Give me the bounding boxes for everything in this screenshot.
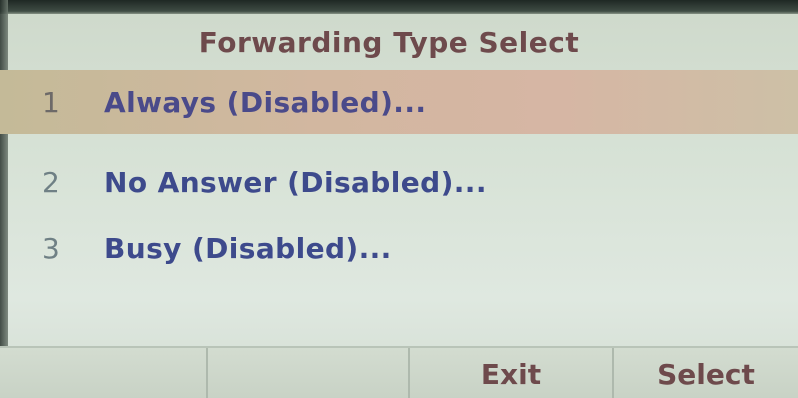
title-bar: Forwarding Type Select [0, 14, 798, 70]
menu-item-label: No Answer (Disabled)... [104, 165, 487, 199]
menu-item-number: 2 [42, 165, 60, 199]
menu-item-number: 3 [42, 231, 60, 265]
softkey-1[interactable] [0, 348, 208, 398]
page-title: Forwarding Type Select [198, 25, 580, 59]
menu-item-busy[interactable]: 3 Busy (Disabled)... [0, 216, 798, 280]
menu-item-always[interactable]: 1 Always (Disabled)... [0, 70, 798, 134]
menu-item-number: 1 [42, 85, 60, 119]
softkey-2[interactable] [208, 348, 410, 398]
softkey-bar: Exit Select [0, 346, 798, 398]
menu-item-no-answer[interactable]: 2 No Answer (Disabled)... [0, 150, 798, 214]
menu-item-label: Always (Disabled)... [104, 85, 427, 119]
select-softkey[interactable]: Select [614, 348, 798, 398]
display-bezel [0, 0, 798, 14]
phone-display: Forwarding Type Select 1 Always (Disable… [0, 0, 798, 398]
exit-softkey[interactable]: Exit [410, 348, 614, 398]
menu-item-label: Busy (Disabled)... [104, 231, 392, 265]
